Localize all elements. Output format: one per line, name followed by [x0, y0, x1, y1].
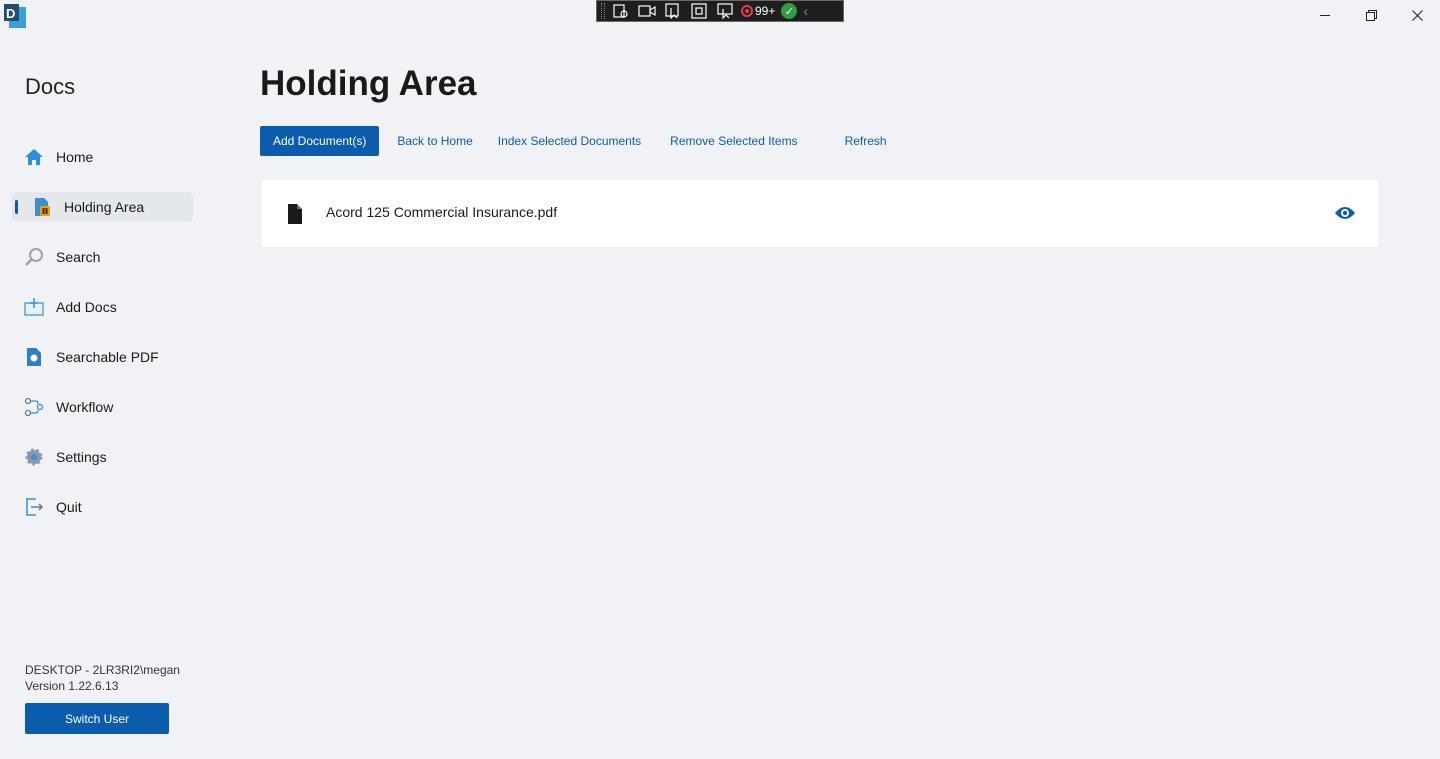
sidebar-title: Docs: [25, 74, 76, 99]
sidebar-item-holding-area[interactable]: Holding Area: [12, 192, 193, 222]
document-name: Acord 125 Commercial Insurance.pdf: [326, 204, 558, 220]
user-info: DESKTOP - 2LR3RI2\megan Version 1.22.6.1…: [25, 662, 180, 694]
sidebar-nav: Home Holding Area Search Add Docs Search…: [12, 142, 193, 542]
sidebar-item-add-docs[interactable]: Add Docs: [12, 292, 193, 322]
sidebar-item-label: Holding Area: [64, 199, 145, 215]
searchable-pdf-icon: [24, 347, 44, 367]
sidebar-item-searchable-pdf[interactable]: Searchable PDF: [12, 342, 193, 372]
sidebar-item-label: Workflow: [56, 399, 114, 415]
app-icon: D: [4, 4, 26, 28]
file-icon: [287, 204, 303, 224]
svg-text:D: D: [6, 6, 15, 21]
check-icon[interactable]: ✓: [781, 3, 798, 19]
workflow-icon: [24, 397, 44, 417]
holding-area-icon: [32, 197, 52, 217]
home-icon: [24, 147, 44, 167]
sidebar-item-quit[interactable]: Quit: [12, 492, 193, 522]
document-list: Acord 125 Commercial Insurance.pdf: [262, 180, 1378, 247]
sidebar-item-workflow[interactable]: Workflow: [12, 392, 193, 422]
version-label: Version 1.22.6.13: [25, 679, 119, 693]
capture-icon[interactable]: [715, 2, 735, 20]
add-documents-button[interactable]: Add Document(s): [260, 126, 380, 156]
remove-selected-button[interactable]: Remove Selected Items: [670, 134, 797, 148]
index-selected-button[interactable]: Index Selected Documents: [498, 134, 641, 148]
sidebar-item-label: Quit: [56, 499, 82, 515]
sidebar-item-label: Searchable PDF: [56, 349, 159, 365]
region-icon[interactable]: [689, 2, 709, 20]
screen-settings-icon[interactable]: [611, 2, 631, 20]
sidebar-item-label: Add Docs: [56, 299, 117, 315]
user-name: DESKTOP - 2LR3RI2\megan: [25, 663, 180, 677]
sidebar-item-settings[interactable]: Settings: [12, 442, 193, 472]
sidebar-item-label: Home: [56, 149, 94, 165]
list-item[interactable]: Acord 125 Commercial Insurance.pdf: [262, 180, 1378, 247]
page-title: Holding Area: [260, 64, 477, 103]
record-icon: [741, 5, 753, 17]
back-to-home-button[interactable]: Back to Home: [397, 134, 472, 148]
sidebar-item-home[interactable]: Home: [12, 142, 193, 172]
record-count-label: 99+: [755, 4, 776, 18]
search-icon: [24, 247, 44, 267]
restore-button[interactable]: [1348, 0, 1394, 30]
main-toolbar: Add Document(s) Back to Home Index Selec…: [260, 126, 887, 156]
recorder-toolbar: 99+ ✓ ‹: [596, 0, 844, 22]
refresh-button[interactable]: Refresh: [845, 134, 887, 148]
add-docs-icon: [24, 297, 44, 317]
window-controls: [1302, 0, 1440, 30]
close-button[interactable]: [1394, 0, 1440, 30]
pointer-icon[interactable]: [663, 2, 683, 20]
minimize-button[interactable]: [1302, 0, 1348, 30]
gear-icon: [24, 447, 44, 467]
grip-icon[interactable]: [601, 3, 605, 19]
eye-icon[interactable]: [1334, 205, 1356, 221]
sidebar-item-label: Search: [56, 249, 101, 265]
chevron-left-icon[interactable]: ‹: [803, 3, 808, 19]
switch-user-button[interactable]: Switch User: [25, 703, 169, 734]
record-count[interactable]: 99+: [741, 4, 775, 18]
sidebar-item-search[interactable]: Search: [12, 242, 193, 272]
camera-icon[interactable]: [637, 2, 657, 20]
sidebar-item-label: Settings: [56, 449, 107, 465]
quit-icon: [24, 497, 44, 517]
